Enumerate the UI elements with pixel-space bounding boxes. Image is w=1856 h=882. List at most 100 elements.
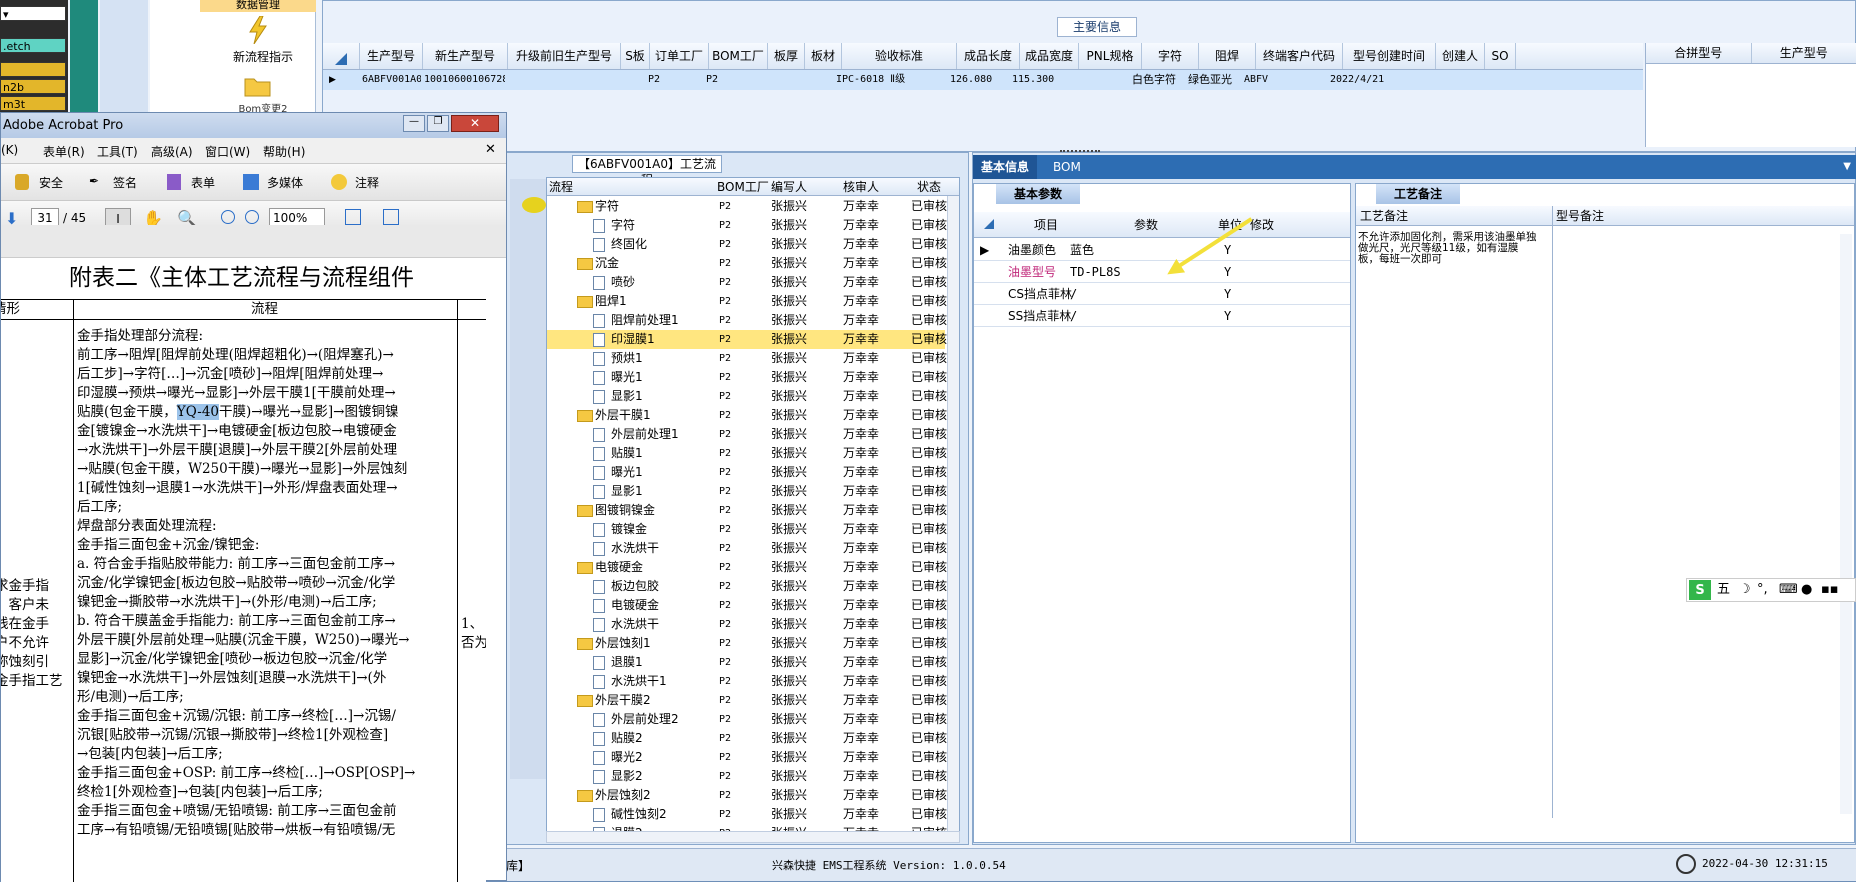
param-edit[interactable]: Y [1224,262,1231,282]
tree-row[interactable]: 显影1P2张振兴万幸幸已审核 [547,482,945,501]
tree-row[interactable]: 字符P2张振兴万幸幸已审核 [547,197,945,216]
tree-row[interactable]: 图镀铜镍金P2张振兴万幸幸已审核 [547,501,945,520]
col-header[interactable]: BOM工厂 [709,43,768,69]
cell-mask[interactable]: 绿色亚光 [1185,70,1241,90]
tree-row[interactable]: 板边包胶P2张振兴万幸幸已审核 [547,577,945,596]
keyboard-icon[interactable]: ⌨ [1779,579,1798,601]
dropdown-icon[interactable]: ▼ [1843,161,1851,172]
param-value[interactable]: / [1070,306,1077,326]
security-button[interactable]: 安全 [39,174,63,191]
folder-icon[interactable] [244,74,272,98]
cell-thickness[interactable] [761,70,797,90]
tree-row[interactable]: 预烘1P2张振兴万幸幸已审核 [547,349,945,368]
cell-new-model[interactable]: 10010600106728 [421,70,505,90]
col-header[interactable]: 终端客户代码 [1256,43,1343,69]
cell-created[interactable]: 2022/4/21 [1327,70,1419,90]
minimize-button[interactable]: — [403,115,425,132]
fit-page-icon[interactable] [345,209,361,225]
tree-scrollbar[interactable] [947,196,960,833]
col-header[interactable]: S板 [621,43,650,69]
col-header[interactable]: 参数 [1134,212,1158,238]
tree-row[interactable]: 水洗烘干P2张振兴万幸幸已审核 [547,539,945,558]
col-header[interactable]: 字符 [1142,43,1199,69]
tree-row[interactable]: 水洗烘干1P2张振兴万幸幸已审核 [547,672,945,691]
col-header[interactable]: 合拼型号 [1646,43,1752,63]
ime-mode[interactable]: 五 [1717,579,1730,601]
lock-icon[interactable] [15,174,29,190]
tree-row[interactable]: 阻焊前处理1P2张振兴万幸幸已审核 [547,311,945,330]
zoom-out-icon[interactable] [221,210,235,224]
tree-row[interactable]: 退膜1P2张振兴万幸幸已审核 [547,653,945,672]
cell-s-board[interactable] [617,70,645,90]
cell-so[interactable] [1467,70,1497,90]
cell-length[interactable]: 126.080 [947,70,1009,90]
col-header[interactable]: 成品宽度 [1020,43,1079,69]
zoom-in-icon[interactable] [245,210,259,224]
close-button[interactable]: ✕ [451,115,499,132]
module-item-1[interactable]: ▾ [0,6,66,21]
menu-item[interactable]: 帮助(H) [263,143,305,160]
tree-row[interactable]: 碱性蚀刻2P2张振兴万幸幸已审核 [547,805,945,824]
module-item-n2b[interactable]: n2b [0,79,66,94]
tree-row[interactable]: 外层蚀刻2P2张振兴万幸幸已审核 [547,786,945,805]
col-header[interactable]: 板厚 [768,43,805,69]
param-row[interactable]: ▶油墨颜色蓝色Y [974,240,1350,261]
module-item-2[interactable] [0,62,66,77]
tree-row[interactable]: 外层干膜2P2张振兴万幸幸已审核 [547,691,945,710]
cell-order-factory[interactable]: P2 [645,70,703,90]
tree-hscrollbar[interactable] [546,831,960,843]
param-item[interactable]: 油墨型号 [1008,262,1056,282]
param-edit[interactable]: Y [1224,284,1231,304]
tree-row[interactable]: 贴膜1P2张振兴万幸幸已审核 [547,444,945,463]
tree-row[interactable]: 外层前处理2P2张振兴万幸幸已审核 [547,710,945,729]
table-row[interactable]: ▶ 6ABFV001A0 10010600106728 P2 P2 IPC-60… [323,70,1643,90]
process-remark-text[interactable]: 不允许添加固化剂，需采用该油墨单独做光尺，光尺等级11级，如有湿膜板，每班一次即… [1358,232,1538,265]
col-header[interactable]: 型号备注 [1556,206,1604,226]
cell-pnl[interactable] [1067,70,1129,90]
col-header[interactable]: 验收标准 [842,43,957,69]
col-header[interactable]: 修改 [1250,212,1274,238]
menu-item[interactable]: (K) [1,143,18,157]
forms-button[interactable]: 表单 [191,174,215,191]
menu-item[interactable]: 高级(A) [151,143,193,160]
col-header[interactable]: 板材 [805,43,842,69]
col-header[interactable]: 成品长度 [957,43,1020,69]
pen-icon[interactable]: ✒ [89,174,99,188]
tree-row[interactable]: 水洗烘干P2张振兴万幸幸已审核 [547,615,945,634]
col-header[interactable]: 创建人 [1436,43,1485,69]
tree-row[interactable]: 喷砂P2张振兴万幸幸已审核 [547,273,945,292]
multimedia-button[interactable]: 多媒体 [267,174,303,191]
tree-row[interactable]: 镀镍金P2张振兴万幸幸已审核 [547,520,945,539]
remarks-scrollbar[interactable] [1840,234,1852,814]
col-header[interactable]: 生产型号 [360,43,423,69]
col-header[interactable]: 工艺备注 [1360,206,1408,226]
param-item[interactable]: 油墨颜色 [1008,240,1056,260]
cell-material[interactable] [797,70,833,90]
param-edit[interactable]: Y [1224,306,1231,326]
col-header[interactable]: 阻焊 [1199,43,1256,69]
tree-row[interactable]: 外层蚀刻1P2张振兴万幸幸已审核 [547,634,945,653]
tree-row[interactable]: 曝光1P2张振兴万幸幸已审核 [547,463,945,482]
comment-icon[interactable] [331,174,347,190]
cell-width[interactable]: 115.300 [1009,70,1067,90]
col-header[interactable]: 项目 [1034,212,1058,238]
tree-row[interactable]: 电镀硬金P2张振兴万幸幸已审核 [547,558,945,577]
tab-bom[interactable]: BOM [1045,155,1089,179]
close-doc-icon[interactable]: ✕ [485,142,496,157]
fit-width-icon[interactable] [383,209,399,225]
tree-row[interactable]: 沉金P2张振兴万幸幸已审核 [547,254,945,273]
param-item[interactable]: SS挡点菲林 [1008,306,1071,326]
menu-item[interactable]: 工具(T) [97,143,138,160]
param-value[interactable]: TD-PL8S [1070,262,1121,282]
module-item-m3t[interactable]: m3t [0,96,66,111]
cell-old-model[interactable] [505,70,617,90]
tab-basic-params[interactable]: 基本参数 [996,184,1080,204]
user-icon[interactable]: ● [1801,579,1812,601]
param-item[interactable]: CS挡点菲林 [1008,284,1072,304]
col-header[interactable]: 生产型号 [1752,43,1856,63]
multimedia-icon[interactable] [243,174,259,190]
maximize-button[interactable]: ❐ [427,115,449,132]
new-flow-label[interactable]: 新流程指示 [226,48,300,65]
param-edit[interactable]: Y [1224,240,1231,260]
tree-row[interactable]: 显影2P2张振兴万幸幸已审核 [547,767,945,786]
